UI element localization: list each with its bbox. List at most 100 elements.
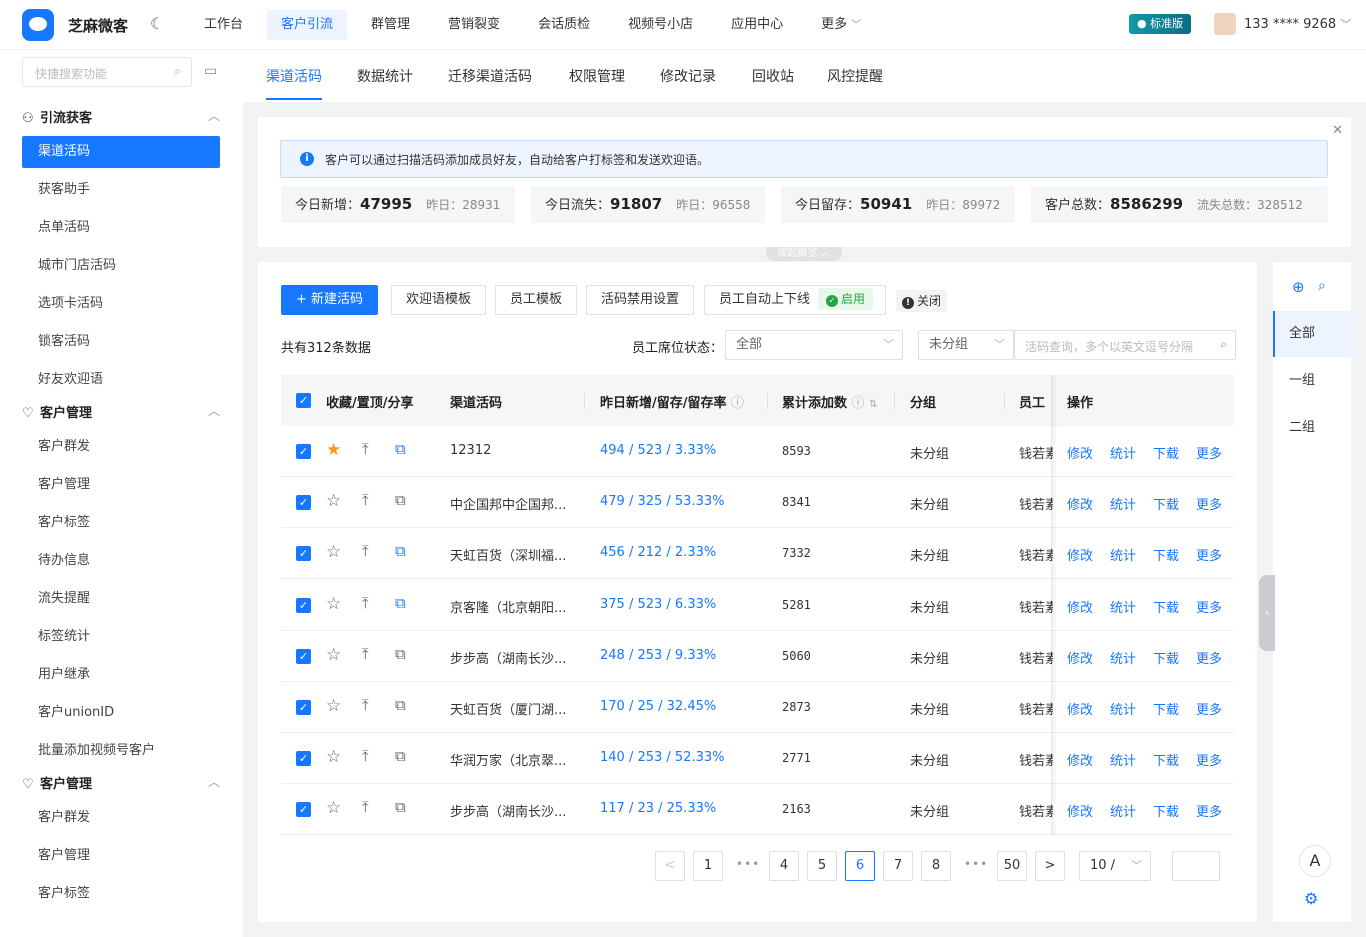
auto-online-button[interactable]: 员工自动上下线 ✓ 启用 xyxy=(704,285,886,315)
sidebar-item[interactable]: 点单活码 xyxy=(22,212,220,244)
sort-icon[interactable]: ⇅ xyxy=(869,399,877,410)
edition-badge[interactable]: ● 标准版 xyxy=(1129,14,1192,34)
pin-top-icon[interactable]: ⤒ xyxy=(362,747,369,765)
sidebar-item[interactable]: 客户群发 xyxy=(22,802,220,834)
sub-tab[interactable]: 渠道活码 xyxy=(266,66,322,100)
card-icon[interactable]: ▭ xyxy=(204,63,217,79)
add-group-icon[interactable]: ⊕ xyxy=(1292,278,1305,296)
group-filter-item[interactable]: 二组 xyxy=(1273,405,1351,451)
sidebar-item[interactable]: 客户unionID xyxy=(22,697,220,729)
stats-link[interactable]: 统计 xyxy=(1110,801,1136,820)
collapse-overview-button[interactable]: 收起概览 ︿ xyxy=(766,247,842,261)
top-nav-item[interactable]: 视频号小店 xyxy=(614,10,707,40)
page-button[interactable]: 6 xyxy=(845,851,875,881)
pin-top-icon[interactable]: ⤒ xyxy=(362,645,369,663)
share-icon[interactable]: ⧉ xyxy=(395,440,406,458)
stats-link[interactable]: 统计 xyxy=(1110,494,1136,513)
sidebar-group-header[interactable]: ♡ 客户管理 ︿ xyxy=(22,773,220,792)
top-nav-item[interactable]: 更多 ﹀ xyxy=(807,10,875,40)
page-jump-input[interactable] xyxy=(1172,851,1220,881)
sidebar-item[interactable]: 流失提醒 xyxy=(22,583,220,615)
pin-top-icon[interactable]: ⤒ xyxy=(362,542,369,560)
sub-tab[interactable]: 回收站 xyxy=(752,66,794,86)
enabled-tag[interactable]: ✓ 启用 xyxy=(818,288,874,310)
sidebar-group-header[interactable]: ⚇ 引流获客 ︿ xyxy=(22,107,220,126)
sub-tab[interactable]: 权限管理 xyxy=(569,66,625,86)
row-checkbox[interactable]: ✓ xyxy=(296,700,311,715)
share-icon[interactable]: ⧉ xyxy=(395,645,406,663)
sidebar-item[interactable]: 城市门店活码 xyxy=(22,250,220,282)
moon-icon[interactable]: ☾ xyxy=(150,14,164,33)
top-nav-item[interactable]: 营销裂变 xyxy=(434,10,514,40)
edit-link[interactable]: 修改 xyxy=(1067,597,1093,616)
pin-top-icon[interactable]: ⤒ xyxy=(362,594,369,612)
top-nav-item[interactable]: 客户引流 xyxy=(267,10,348,40)
group-filter-item[interactable]: 全部 xyxy=(1273,311,1351,357)
share-icon[interactable]: ⧉ xyxy=(395,696,406,714)
logo-icon[interactable] xyxy=(22,9,54,41)
retention-stats[interactable]: 170 / 25 / 32.45% xyxy=(600,699,716,714)
prev-page-button[interactable]: < xyxy=(655,851,685,881)
star-icon[interactable]: ☆ xyxy=(326,491,341,511)
page-button[interactable]: 5 xyxy=(807,851,837,881)
download-link[interactable]: 下载 xyxy=(1153,545,1179,564)
share-icon[interactable]: ⧉ xyxy=(395,594,406,612)
share-icon[interactable]: ⧉ xyxy=(395,798,406,816)
sidebar-item[interactable]: 选项卡活码 xyxy=(22,288,220,320)
retention-stats[interactable]: 456 / 212 / 2.33% xyxy=(600,545,716,560)
search-icon[interactable]: ⌕ xyxy=(1318,278,1326,294)
seat-status-select[interactable]: 全部 ﹀ xyxy=(725,330,903,360)
sidebar-item[interactable]: 客户管理 xyxy=(22,469,220,501)
edit-link[interactable]: 修改 xyxy=(1067,801,1093,820)
panel-toggle-handle[interactable]: ‹ xyxy=(1259,575,1275,651)
star-icon[interactable]: ☆ xyxy=(326,696,341,716)
row-checkbox[interactable]: ✓ xyxy=(296,546,311,562)
next-page-button[interactable]: > xyxy=(1035,851,1065,881)
share-icon[interactable]: ⧉ xyxy=(395,491,406,509)
star-icon[interactable]: ☆ xyxy=(326,645,341,665)
more-link[interactable]: 更多 xyxy=(1196,801,1222,820)
more-link[interactable]: 更多 xyxy=(1196,443,1222,462)
sidebar-item[interactable]: 锁客活码 xyxy=(22,326,220,358)
sub-tab[interactable]: 数据统计 xyxy=(357,66,413,86)
star-icon[interactable]: ★ xyxy=(326,440,341,460)
retention-stats[interactable]: 248 / 253 / 9.33% xyxy=(600,648,716,663)
retention-stats[interactable]: 479 / 325 / 53.33% xyxy=(600,494,724,509)
edit-link[interactable]: 修改 xyxy=(1067,648,1093,667)
code-query-input[interactable]: 活码查询，多个以英文逗号分隔 ⌕ xyxy=(1014,330,1236,360)
top-nav-item[interactable]: 群管理 xyxy=(357,10,424,40)
top-nav-item[interactable]: 工作台 xyxy=(190,10,257,40)
retention-stats[interactable]: 140 / 253 / 52.33% xyxy=(600,750,724,765)
row-checkbox[interactable]: ✓ xyxy=(296,751,311,767)
row-checkbox[interactable]: ✓ xyxy=(296,495,311,511)
sidebar-item[interactable]: 客户标签 xyxy=(22,878,220,910)
row-checkbox[interactable]: ✓ xyxy=(296,648,311,664)
sidebar-item[interactable]: 客户标签 xyxy=(22,507,220,539)
group-filter-item[interactable]: 一组 xyxy=(1273,358,1351,404)
welcome-template-button[interactable]: 欢迎语模板 xyxy=(391,285,487,315)
account-phone[interactable]: 133 **** 9268 ﹀ xyxy=(1244,16,1351,32)
feature-search-input[interactable]: 快捷搜索功能 ⌕ xyxy=(22,57,192,87)
sub-tab[interactable]: 风控提醒 xyxy=(827,66,883,86)
page-button[interactable]: 8 xyxy=(921,851,951,881)
star-icon[interactable]: ☆ xyxy=(326,798,341,818)
new-code-button[interactable]: + 新建活码 xyxy=(281,285,379,315)
ellipsis-icon[interactable]: ••• xyxy=(736,857,760,871)
help-icon[interactable]: ⓘ xyxy=(852,396,865,411)
pin-top-icon[interactable]: ⤒ xyxy=(362,440,369,458)
share-icon[interactable]: ⧉ xyxy=(395,747,406,765)
page-button[interactable]: 4 xyxy=(769,851,799,881)
download-link[interactable]: 下载 xyxy=(1153,699,1179,718)
help-icon[interactable]: ⓘ xyxy=(731,396,744,411)
download-link[interactable]: 下载 xyxy=(1153,443,1179,462)
sidebar-item[interactable]: 标签统计 xyxy=(22,621,220,653)
stats-link[interactable]: 统计 xyxy=(1110,648,1136,667)
close-icon[interactable]: ✕ xyxy=(1332,123,1343,138)
select-all-checkbox[interactable]: ✓ xyxy=(296,393,311,408)
staff-template-button[interactable]: 员工模板 xyxy=(495,285,578,315)
gear-icon[interactable]: ⚙ xyxy=(1304,889,1318,908)
top-nav-item[interactable]: 会话质检 xyxy=(524,10,604,40)
download-link[interactable]: 下载 xyxy=(1153,648,1179,667)
share-icon[interactable]: ⧉ xyxy=(395,542,406,560)
page-button[interactable]: 7 xyxy=(883,851,913,881)
